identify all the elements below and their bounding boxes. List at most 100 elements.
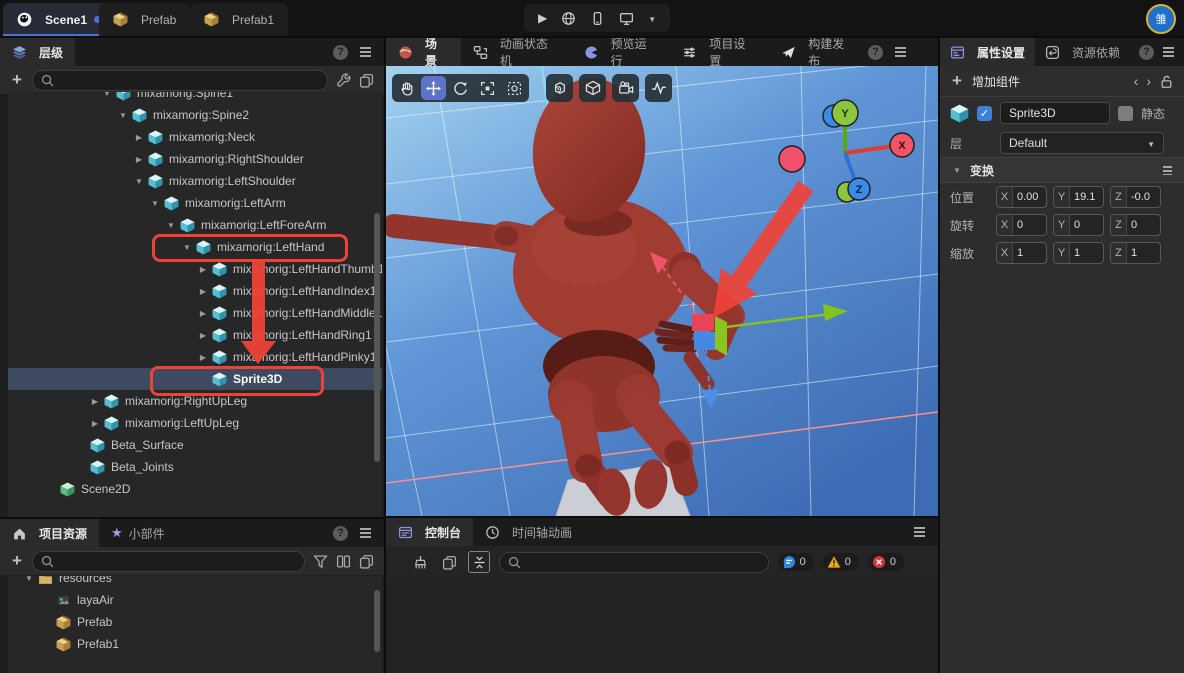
active-checkbox[interactable] [977, 106, 992, 121]
tab-hierarchy[interactable]: 层级 [0, 38, 75, 66]
layer-dropdown[interactable]: Default [1000, 132, 1164, 154]
console-searchbox[interactable] [499, 552, 769, 573]
static-checkbox[interactable] [1118, 106, 1133, 121]
preview-dropdown-caret[interactable] [648, 11, 656, 25]
tree-item-scene2d[interactable]: Scene2D [8, 478, 382, 500]
assets-searchbox[interactable] [32, 551, 305, 572]
section-collapse-arrow[interactable] [952, 166, 962, 175]
play-button[interactable] [538, 11, 547, 25]
add-node-button[interactable] [10, 70, 24, 90]
tree-item-lefthandpinky1[interactable]: mixamorig:LeftHandPinky1 [8, 346, 382, 368]
tree-item-spine1[interactable]: mixamorig:Spine1 [8, 92, 382, 104]
asset-item-layaair[interactable]: layaAir [8, 589, 382, 611]
assets-search-input[interactable] [59, 553, 296, 569]
copy-log-button[interactable] [439, 552, 459, 572]
tree-item-lefthandindex1[interactable]: mixamorig:LeftHandIndex1 [8, 280, 382, 302]
shading-mode-button[interactable] [579, 74, 606, 102]
panel-menu-icon[interactable] [360, 528, 371, 538]
perspective-toggle-button[interactable] [546, 74, 573, 102]
panel-menu-icon[interactable] [360, 47, 371, 57]
prefab1-document-tab[interactable]: Prefab1 [190, 3, 288, 36]
error-count-badge[interactable]: 0 [868, 553, 904, 571]
rect-tool-button[interactable] [502, 76, 527, 100]
console-log-area[interactable] [386, 580, 938, 673]
scale-tool-button[interactable] [475, 76, 500, 100]
tree-item-lefthandthumb1[interactable]: mixamorig:LeftHandThumb1 [8, 258, 382, 280]
tab-build-publish[interactable]: 构建发布 [769, 38, 868, 66]
add-component-label[interactable]: 增加组件 [972, 73, 1020, 90]
expand-arrow[interactable] [130, 155, 148, 164]
panel-menu-icon[interactable] [1163, 47, 1174, 57]
mobile-preview-icon[interactable] [590, 11, 605, 26]
tab-console[interactable]: 控制台 [386, 518, 473, 546]
collapse-log-button[interactable] [468, 551, 490, 573]
clear-console-button[interactable] [410, 552, 430, 572]
tree-item-rightupleg[interactable]: mixamorig:RightUpLeg [8, 390, 382, 412]
expand-arrow[interactable] [194, 309, 212, 318]
asset-item-prefab[interactable]: Prefab [8, 611, 382, 633]
wrench-icon[interactable] [336, 73, 351, 88]
user-avatar[interactable]: 雏 [1146, 4, 1176, 34]
scale-y-field[interactable]: Y1 [1053, 242, 1104, 264]
lock-icon[interactable] [1159, 74, 1174, 89]
transform-section-header[interactable]: 变换 [940, 157, 1184, 183]
expand-arrow[interactable] [178, 243, 196, 252]
desktop-preview-icon[interactable] [619, 11, 634, 26]
tab-widgets[interactable]: ★ 小部件 [99, 519, 177, 547]
expand-arrow[interactable] [194, 353, 212, 362]
hierarchy-search-input[interactable] [59, 72, 319, 88]
tab-preview-run[interactable]: 预览运行 [572, 38, 671, 66]
section-menu-icon[interactable] [1163, 166, 1172, 175]
add-asset-button[interactable] [10, 551, 24, 571]
rotation-z-field[interactable]: Z0 [1110, 214, 1161, 236]
stats-button[interactable] [645, 74, 672, 102]
expand-arrow[interactable] [194, 287, 212, 296]
duplicate-icon[interactable] [359, 554, 374, 569]
move-tool-button[interactable] [421, 76, 446, 100]
camera-preview-button[interactable] [612, 74, 639, 102]
tab-properties[interactable]: 属性设置 [940, 38, 1035, 66]
tree-item-beta-surface[interactable]: Beta_Surface [8, 434, 382, 456]
asset-item-prefab1[interactable]: Prefab1 [8, 633, 382, 655]
tree-item-leftshoulder[interactable]: mixamorig:LeftShoulder [8, 170, 382, 192]
expand-arrow[interactable] [114, 111, 132, 120]
expand-arrow[interactable] [194, 265, 212, 274]
help-icon[interactable] [333, 45, 348, 60]
tab-animation-state-machine[interactable]: 动画状态机 [461, 38, 572, 66]
tab-project-settings[interactable]: 项目设置 [670, 38, 769, 66]
help-icon[interactable] [1139, 45, 1154, 60]
expand-arrow[interactable] [130, 177, 148, 186]
tree-item-sprite3d-selected[interactable]: Sprite3D [8, 368, 382, 390]
columns-view-icon[interactable] [336, 554, 351, 569]
hierarchy-searchbox[interactable] [32, 70, 328, 91]
tree-item-leftarm[interactable]: mixamorig:LeftArm [8, 192, 382, 214]
scale-z-field[interactable]: Z1 [1110, 242, 1161, 264]
tree-item-leftforearm[interactable]: mixamorig:LeftForeArm [8, 214, 382, 236]
panel-menu-icon[interactable] [895, 47, 906, 57]
tree-item-lefthand[interactable]: mixamorig:LeftHand [8, 236, 382, 258]
tree-item-lefthandring1[interactable]: mixamorig:LeftHandRing1 [8, 324, 382, 346]
prefab-document-tab[interactable]: Prefab [99, 3, 190, 36]
gizmo-red-handle[interactable] [692, 314, 714, 331]
tree-item-spine2[interactable]: mixamorig:Spine2 [8, 104, 382, 126]
filter-funnel-icon[interactable] [313, 554, 328, 569]
pan-tool-button[interactable] [394, 76, 419, 100]
position-z-field[interactable]: Z-0.0 [1110, 186, 1161, 208]
tree-item-leftupleg[interactable]: mixamorig:LeftUpLeg [8, 412, 382, 434]
gizmo-blue-handle[interactable] [694, 332, 715, 350]
help-icon[interactable] [868, 45, 883, 60]
assets-scrollbar[interactable] [374, 590, 380, 652]
warning-count-badge[interactable]: 0 [823, 553, 859, 571]
tree-item-neck[interactable]: mixamorig:Neck [8, 126, 382, 148]
panel-menu-icon[interactable] [914, 527, 925, 537]
tab-project-assets[interactable]: 项目资源 [0, 519, 99, 547]
expand-arrow[interactable] [98, 92, 116, 98]
nav-back-chevron[interactable]: ‹ [1134, 73, 1139, 89]
tab-resource-dependencies[interactable]: 资源依赖 [1035, 38, 1130, 66]
scale-x-field[interactable]: X1 [996, 242, 1047, 264]
expand-arrow[interactable] [130, 133, 148, 142]
rotate-tool-button[interactable] [448, 76, 473, 100]
3d-viewport[interactable]: Y X Z [386, 66, 938, 516]
gizmo-green-handle[interactable] [715, 316, 727, 356]
tree-item-lefthandmiddle1[interactable]: mixamorig:LeftHandMiddle1 [8, 302, 382, 324]
